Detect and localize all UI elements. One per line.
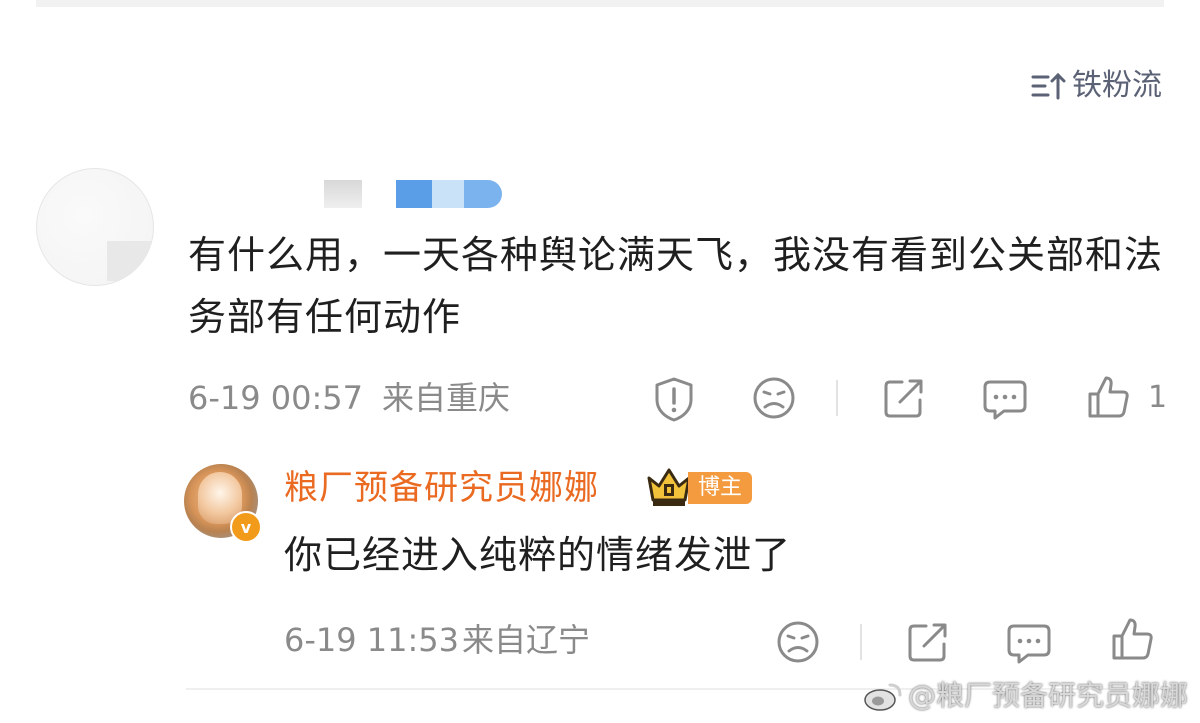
like-icon [1088,376,1129,418]
reply-author-name[interactable]: 粮厂预备研究员娜娜 [284,466,599,510]
reply-like-button[interactable] [1110,616,1154,662]
reply-text: 你已经进入纯粹的情绪发泄了 [284,533,792,577]
comment-icon [1007,624,1051,664]
action-divider [836,380,838,416]
comment-text: 有什么用，一天各种舆论满天飞，我没有看到公关部和法务部有任何动作 [188,233,1164,339]
dislike-face-icon [753,377,795,419]
comment-button[interactable] [982,378,1028,422]
comment-location: 来自重庆 [382,379,511,417]
sort-label: 铁粉流 [1072,68,1162,103]
share-icon [884,379,923,418]
weibo-logo-icon [864,683,902,711]
watermark-text: @粮厂预备研究员娜娜 [907,679,1188,712]
sort-toggle[interactable]: 铁粉流 [1030,64,1162,108]
like-icon [1112,618,1153,660]
blogger-badge: 博主 [688,472,753,504]
comment-icon [983,380,1027,420]
dislike-button[interactable] [752,376,796,420]
crown-icon [646,466,692,512]
like-button[interactable]: 1 [1086,374,1167,420]
top-divider [36,0,1164,7]
reply-comment-button[interactable] [1006,622,1052,666]
action-divider [860,624,862,660]
comment-time: 6-19 00:57 [188,379,364,417]
report-icon [655,377,693,422]
verified-badge: v [230,511,262,543]
reply-location: 来自辽宁 [462,621,591,659]
like-count: 1 [1148,379,1168,415]
share-button[interactable] [882,376,926,420]
commenter-badge-redacted [396,180,502,208]
reply-dislike-button[interactable] [776,620,820,664]
sort-icon [1031,72,1066,100]
share-icon [908,623,947,662]
commenter-name-redacted[interactable] [324,180,362,208]
commenter-avatar[interactable] [36,168,154,286]
dislike-face-icon [777,621,819,663]
reply-time: 6-19 11:53 [284,621,460,659]
watermark: @粮厂预备研究员娜娜 [862,676,1188,716]
reply-share-button[interactable] [906,620,950,664]
report-button[interactable] [652,376,696,422]
